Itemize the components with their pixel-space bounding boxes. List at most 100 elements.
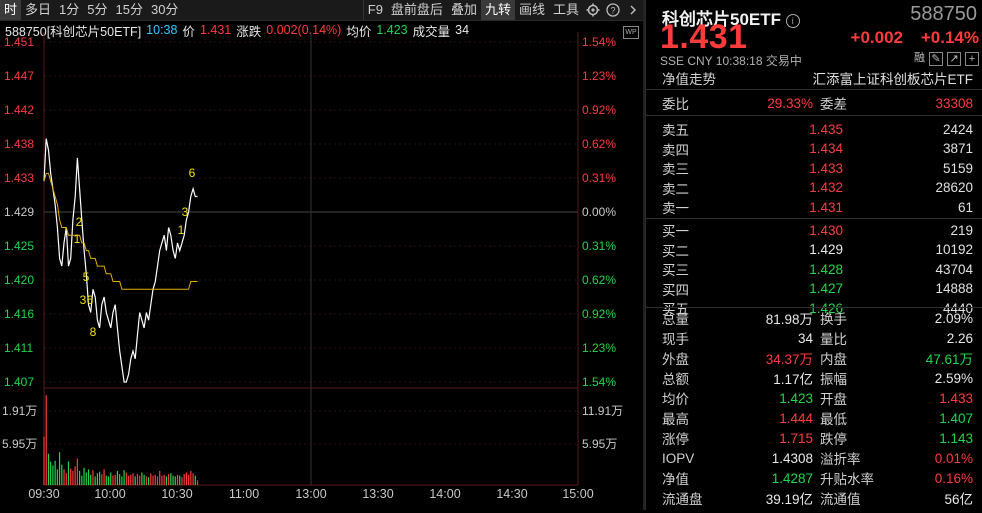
gear-icon[interactable] [583,0,603,20]
price-tick-label: 1.407 [4,375,34,389]
help-icon[interactable]: ? [603,0,623,20]
f9-button[interactable]: F9 [362,0,387,20]
draw-line-button[interactable]: 画线 [515,0,549,20]
add-icon[interactable]: + [965,52,979,66]
weibi-row: 委比 29.33% 委差 33308 [646,93,982,113]
tab-15min[interactable]: 15分 [112,0,147,20]
price-line [43,138,198,383]
level-volume: 61 [957,199,973,215]
order-book-row[interactable]: 买四 1.427 14888 [646,279,982,299]
percent-tick-label: 1.23% [582,341,616,355]
intraday-chart[interactable]: 1.451 1.447 1.442 1.438 1.433 1.429 1.425 1.420… [0,20,643,510]
percent-tick-label: 1.54% [582,375,616,389]
tools-button[interactable]: 工具 [549,0,583,20]
stat-label: 总量 [662,312,689,327]
order-book-row[interactable]: 买二 1.429 10192 [646,240,982,260]
tab-multi-day[interactable]: 多日 [21,0,55,20]
td-count-label: 8 [90,325,97,339]
chart-toolbar: 时 多日 1分 5分 15分 30分 F9 盘前盘后 叠加 九转 画线 工具 ? [0,0,643,21]
stats-row: 现手 34 量比 2.26 [646,328,982,348]
stat-value: 39.19亿 [765,492,813,507]
volume-bars [43,395,199,485]
order-book-row[interactable]: 卖四 1.434 3871 [646,139,982,159]
level-price: 1.434 [809,141,843,157]
tab-1min[interactable]: 1分 [55,0,83,20]
order-book-row[interactable]: 卖三 1.433 5159 [646,158,982,178]
margin-badge-icon[interactable]: 融 [914,52,925,64]
stat-label: 流通值 [820,492,861,507]
stat-label: 跌停 [820,432,847,447]
stat-value: 1.17亿 [773,372,813,387]
divider [646,89,982,90]
td-count-label: 3 [182,205,189,219]
stats-row: 总量 81.98万 换手 2.09% [646,308,982,328]
stat-value: 1.444 [779,410,813,426]
stat-label: 升贴水率 [820,472,874,487]
level-label: 卖三 [662,162,689,178]
stat-value: 34 [797,330,813,346]
order-book-row[interactable]: 卖一 1.431 61 [646,197,982,217]
nav-trend-link[interactable]: 净值走势 [662,68,716,88]
price-tick-label: 1.451 [4,35,34,49]
price-tick-label: 1.420 [4,273,34,287]
order-book-row[interactable]: 卖二 1.432 28620 [646,178,982,198]
percent-tick-label: 0.62% [582,273,616,287]
level-price: 1.432 [809,180,843,196]
stat-value: 81.98万 [765,312,813,327]
stat-label: 溢折率 [820,452,861,467]
svg-text:?: ? [610,6,615,16]
tab-30min[interactable]: 30分 [147,0,182,20]
stat-value: 1.423 [779,390,813,406]
overlay-button[interactable]: 叠加 [447,0,481,20]
edit-icon[interactable]: ✎ [929,52,943,66]
stats-row: 外盘 34.37万 内盘 47.61万 [646,348,982,368]
level-price: 1.427 [809,281,843,297]
level-price: 1.430 [809,222,843,238]
order-book-row[interactable]: 卖五 1.435 2424 [646,119,982,139]
stat-label: 外盘 [662,352,689,367]
tab-intraday[interactable]: 时 [0,0,22,20]
td-count-label: 5 [83,270,90,284]
chevron-right-icon[interactable] [623,0,643,20]
order-book-row[interactable]: 买三 1.428 43704 [646,259,982,279]
time-tick-label: 15:00 [562,487,593,501]
percent-tick-label: 1.54% [582,35,616,49]
volume-tick-label: 5.95万 [582,437,617,451]
time-tick-label: 13:30 [362,487,393,501]
percent-tick-label: 0.62% [582,137,616,151]
price-tick-label: 1.425 [4,239,34,253]
td-count-label: 1 [178,223,185,237]
level-volume: 14888 [935,281,973,297]
stats-row: 流通盘 39.19亿 流通值 56亿 [646,488,982,508]
stat-label: 流通盘 [662,492,703,507]
weibi-value: 29.33% [767,95,813,111]
stat-label: 涨停 [662,432,689,447]
share-icon[interactable]: ↗ [947,52,961,66]
percent-tick-label: 0.92% [582,103,616,117]
order-book-row[interactable]: 买一 1.430 219 [646,220,982,240]
level-label: 买四 [662,282,689,298]
chart-grid [43,32,579,486]
td-count-label: 1 [74,232,81,246]
stat-value: 1.715 [779,430,813,446]
fund-name: 汇添富上证科创板芯片ETF [812,72,974,87]
percent-tick-label: 0.31% [582,239,616,253]
level-price: 1.428 [809,261,843,277]
td-sequential-button[interactable]: 九转 [480,0,515,20]
pre-post-market-button[interactable]: 盘前盘后 [387,0,447,20]
price-change: +0.002 [850,28,903,47]
price-lines [43,138,198,383]
quote-panel: 科创芯片50ETF i 588750 1.431 +0.002 +0.14% S… [645,0,982,510]
level-volume: 3871 [942,141,973,157]
stat-value: 1.407 [939,410,973,426]
level-label: 买二 [662,243,689,259]
time-axis: 09:30 10:00 10:30 11:00 13:00 13:30 14:00 14:30… [28,487,593,501]
wp-badge[interactable]: WP [623,26,639,39]
level-volume: 43704 [935,261,973,277]
stat-label: 最低 [820,412,847,427]
tab-5min[interactable]: 5分 [83,0,111,20]
stat-label: 开盘 [820,392,847,407]
info-icon[interactable]: i [785,13,800,28]
stat-label: 换手 [820,312,847,327]
stat-label: 均价 [662,392,689,407]
